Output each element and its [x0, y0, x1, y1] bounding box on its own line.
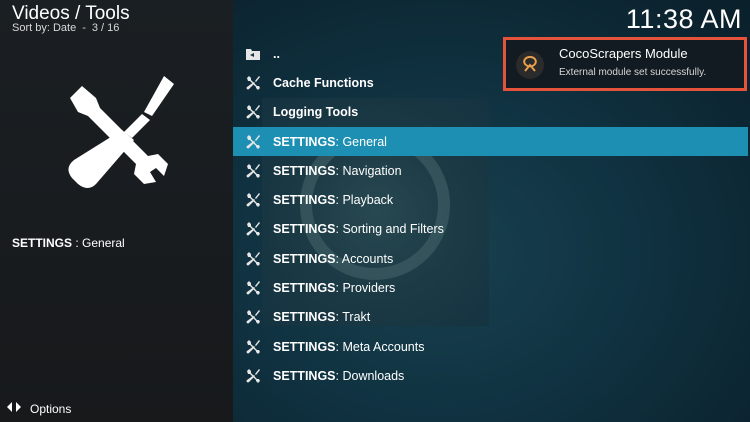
sort-label: Sort by: Date [12, 22, 77, 34]
list-item[interactable]: SETTINGS : Downloads [233, 361, 748, 390]
tools-icon [243, 339, 263, 355]
list-item-label: .. [273, 46, 280, 61]
list-item[interactable]: SETTINGS : Meta Accounts [233, 332, 748, 361]
list-item-label: SETTINGS [273, 281, 336, 296]
notification-title: CocoScrapers Module [559, 46, 688, 61]
list-item[interactable]: SETTINGS : Trakt [233, 303, 748, 332]
options-arrows-icon [6, 400, 22, 417]
list-item-sublabel: : Accounts [335, 251, 394, 266]
tools-icon [243, 75, 263, 91]
list-item-label: SETTINGS [273, 193, 336, 208]
caption-strong: SETTINGS [12, 236, 73, 250]
tools-icon [243, 368, 263, 384]
options-button[interactable]: Options [6, 400, 71, 417]
options-label: Options [30, 401, 72, 416]
cocoscrapers-logo-icon [516, 51, 544, 79]
list-item-label: SETTINGS [273, 251, 336, 266]
list-item-label: SETTINGS [273, 222, 336, 237]
list-item-label: Logging Tools [273, 105, 359, 120]
list-item[interactable]: SETTINGS : Playback [233, 185, 748, 214]
list-item[interactable]: SETTINGS : Sorting and Filters [233, 215, 748, 244]
tools-icon [243, 104, 263, 120]
list-item[interactable]: SETTINGS : Navigation [233, 156, 748, 185]
item-position: 3 / 16 [91, 22, 120, 34]
list-item[interactable]: SETTINGS : Providers [233, 273, 748, 302]
list-item-sublabel: : Sorting and Filters [335, 222, 444, 237]
list-item-label: SETTINGS [273, 310, 336, 325]
list-item[interactable]: Logging Tools [233, 98, 748, 127]
tools-icon [243, 192, 263, 208]
left-panel [0, 0, 233, 422]
list-item-label: SETTINGS [273, 134, 336, 149]
list-item-label: SETTINGS [273, 339, 336, 354]
list-item-sublabel: : Playback [335, 193, 394, 208]
list-item-label: SETTINGS [273, 163, 336, 178]
clock: 11:38 AM [625, 4, 742, 34]
list-item[interactable]: SETTINGS : General [233, 126, 748, 157]
file-list: .. Cache Functions Logging Tools SETTINGS :… [233, 39, 748, 391]
list-item-label: Cache Functions [273, 75, 374, 90]
tools-icon [243, 134, 263, 150]
folder-back-icon [243, 46, 263, 62]
sort-separator: - [82, 22, 86, 34]
tools-icon [243, 163, 263, 179]
tools-icon [52, 68, 182, 198]
list-item[interactable]: SETTINGS : Accounts [233, 244, 748, 273]
sort-info: Sort by: Date -3 / 16 [12, 22, 119, 34]
tools-icon [243, 280, 263, 296]
list-item-label: SETTINGS [273, 368, 336, 383]
tools-icon [243, 251, 263, 267]
selected-item-caption: SETTINGS : General [12, 236, 125, 250]
list-item-sublabel: : Providers [335, 281, 396, 296]
list-item-sublabel: : General [335, 134, 387, 149]
list-item-sublabel: : Navigation [335, 163, 402, 178]
notification-message: External module set successfully. [559, 67, 707, 78]
tools-icon [243, 221, 263, 237]
list-item-sublabel: : Trakt [335, 310, 371, 325]
list-item-sublabel: : Downloads [335, 368, 405, 383]
list-item-sublabel: : Meta Accounts [335, 339, 425, 354]
tools-icon [243, 309, 263, 325]
notification-toast: CocoScrapers Module External module set … [503, 37, 747, 91]
caption-rest: : General [72, 236, 125, 250]
